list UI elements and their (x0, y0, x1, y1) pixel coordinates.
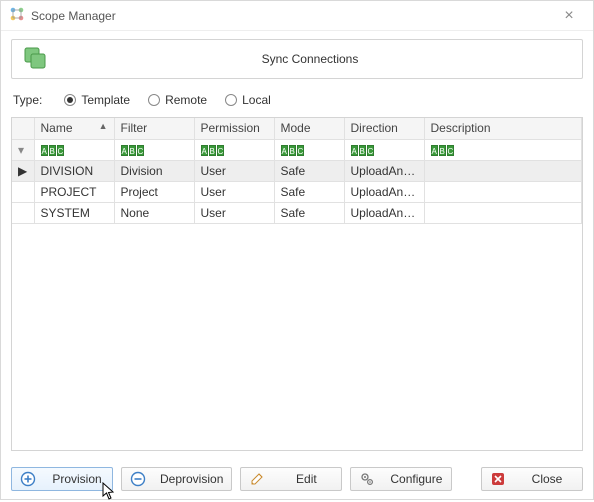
row-indicator: ▶ (12, 160, 34, 181)
banner-icon (22, 45, 48, 74)
deprovision-label: Deprovision (160, 472, 223, 486)
filter-cell-permission[interactable]: ABC (194, 139, 274, 160)
cell-filter: Project (114, 181, 194, 202)
provision-button[interactable]: Provision (11, 467, 113, 491)
text-filter-icon: ABC (41, 145, 64, 156)
radio-template-label: Template (81, 93, 130, 107)
close-label: Close (520, 472, 574, 486)
filter-cell-direction[interactable]: ABC (344, 139, 424, 160)
cell-permission: User (194, 160, 274, 181)
row-indicator (12, 202, 34, 223)
cell-description (424, 202, 582, 223)
header-description[interactable]: Description (424, 118, 582, 139)
cell-direction: UploadAnd... (344, 160, 424, 181)
filter-cell-description[interactable]: ABC (424, 139, 582, 160)
type-row: Type: Template Remote Local (11, 89, 583, 117)
header-gutter (12, 118, 34, 139)
text-filter-icon: ABC (431, 145, 454, 156)
configure-label: Configure (389, 472, 443, 486)
close-cross-icon (490, 471, 506, 487)
cell-mode: Safe (274, 202, 344, 223)
header-filter-label: Filter (121, 121, 148, 135)
grid: Name ▲ Filter Permission Mode Direction … (11, 117, 583, 451)
grid-empty-area (12, 224, 582, 451)
text-filter-icon: ABC (121, 145, 144, 156)
gears-icon (359, 471, 375, 487)
cell-description (424, 160, 582, 181)
cell-mode: Safe (274, 160, 344, 181)
header-description-label: Description (431, 121, 491, 135)
banner-label: Sync Connections (48, 52, 572, 66)
row-indicator (12, 181, 34, 202)
window-close-button[interactable]: × (553, 7, 585, 25)
filter-cell-name[interactable]: ABC (34, 139, 114, 160)
radio-local[interactable]: Local (225, 93, 271, 107)
cell-name: DIVISION (34, 160, 114, 181)
filter-cell-mode[interactable]: ABC (274, 139, 344, 160)
pencil-icon (249, 471, 265, 487)
header-name-label: Name (41, 121, 73, 135)
text-filter-icon: ABC (201, 145, 224, 156)
filter-cell-filter[interactable]: ABC (114, 139, 194, 160)
provision-label: Provision (50, 472, 104, 486)
sort-asc-icon: ▲ (99, 121, 108, 131)
header-direction[interactable]: Direction (344, 118, 424, 139)
cell-permission: User (194, 181, 274, 202)
funnel-icon: ▾ (18, 144, 24, 156)
cell-description (424, 181, 582, 202)
radio-template[interactable]: Template (64, 93, 130, 107)
text-filter-icon: ABC (281, 145, 304, 156)
title-bar: Scope Manager × (1, 1, 593, 31)
banner: Sync Connections (11, 39, 583, 79)
cell-name: PROJECT (34, 181, 114, 202)
footer: Provision Deprovision Edit Co (1, 459, 593, 499)
header-mode-label: Mode (281, 121, 311, 135)
cell-direction: UploadAnd... (344, 181, 424, 202)
cell-permission: User (194, 202, 274, 223)
edit-button[interactable]: Edit (240, 467, 342, 491)
header-mode[interactable]: Mode (274, 118, 344, 139)
radio-remote[interactable]: Remote (148, 93, 207, 107)
filter-gutter[interactable]: ▾ (12, 139, 34, 160)
table-row[interactable]: SYSTEMNoneUserSafeUploadAnd... (12, 202, 582, 223)
header-permission[interactable]: Permission (194, 118, 274, 139)
header-filter[interactable]: Filter (114, 118, 194, 139)
table-row[interactable]: PROJECTProjectUserSafeUploadAnd... (12, 181, 582, 202)
cell-mode: Safe (274, 181, 344, 202)
text-filter-icon: ABC (351, 145, 374, 156)
cell-name: SYSTEM (34, 202, 114, 223)
app-icon (9, 6, 25, 25)
type-label: Type: (13, 93, 42, 107)
deprovision-button[interactable]: Deprovision (121, 467, 232, 491)
cell-filter: Division (114, 160, 194, 181)
table-row[interactable]: ▶DIVISIONDivisionUserSafeUploadAnd... (12, 160, 582, 181)
plus-circle-icon (20, 471, 36, 487)
window-title: Scope Manager (31, 9, 553, 23)
radio-local-label: Local (242, 93, 271, 107)
header-name[interactable]: Name ▲ (34, 118, 114, 139)
edit-label: Edit (279, 472, 333, 486)
header-direction-label: Direction (351, 121, 398, 135)
header-permission-label: Permission (201, 121, 260, 135)
configure-button[interactable]: Configure (350, 467, 452, 491)
cell-direction: UploadAnd... (344, 202, 424, 223)
radio-remote-label: Remote (165, 93, 207, 107)
minus-circle-icon (130, 471, 146, 487)
cell-filter: None (114, 202, 194, 223)
close-button[interactable]: Close (481, 467, 583, 491)
